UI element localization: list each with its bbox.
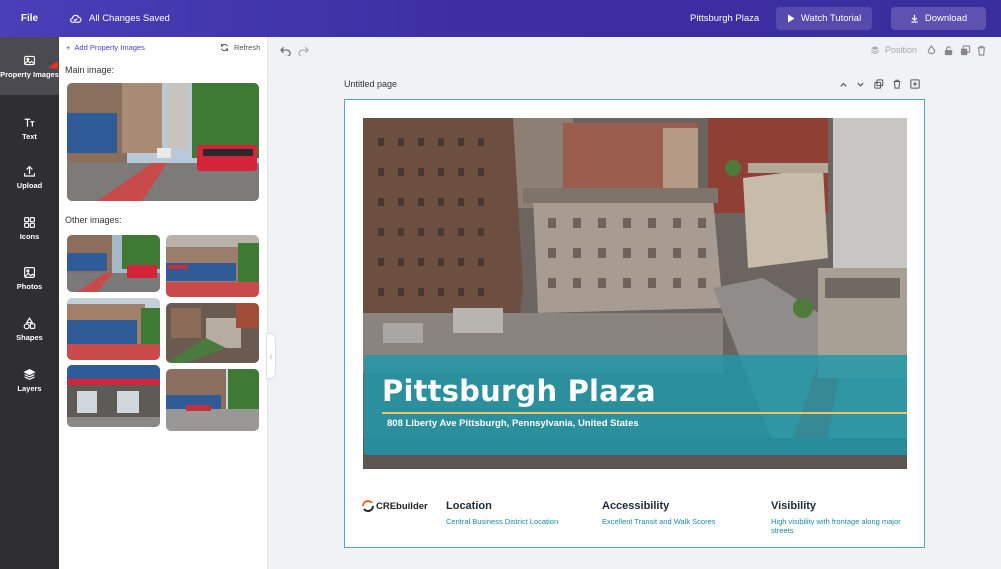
rail-item-layers[interactable]: Layers (0, 355, 59, 405)
watch-tutorial-button[interactable]: Watch Tutorial (776, 7, 872, 30)
download-button[interactable]: Download (891, 7, 986, 30)
cloud-check-icon (70, 14, 82, 23)
title-banner[interactable]: Pittsburgh Plaza 808 Liberty Ave Pittsbu… (364, 355, 907, 455)
refresh-button[interactable]: Refresh (220, 43, 260, 52)
play-icon (787, 14, 795, 23)
plus-icon: + (66, 43, 71, 52)
building-photo (166, 235, 259, 297)
feature-title: Location (446, 500, 492, 512)
street-photo (67, 83, 259, 201)
top-bar: File All Changes Saved Pittsburgh Plaza … (0, 0, 1001, 37)
position-button[interactable]: Position (870, 45, 917, 55)
add-property-images-label: Add Property Images (74, 43, 145, 52)
trash-icon[interactable] (976, 45, 987, 56)
other-image-thumbnail[interactable] (166, 303, 259, 363)
duplicate-page-icon[interactable] (874, 79, 884, 89)
building-photo (67, 298, 160, 360)
file-menu[interactable]: File (0, 13, 59, 24)
photo-icon (24, 266, 35, 278)
add-page-icon[interactable] (910, 79, 920, 89)
left-rail: Property Images Text Upload Icons Photos… (0, 37, 59, 569)
shapes-icon (23, 316, 36, 329)
layers-icon (23, 368, 36, 380)
main-image-label: Main image: (65, 65, 115, 75)
hero-image[interactable]: Pittsburgh Plaza 808 Liberty Ave Pittsbu… (363, 118, 907, 469)
refresh-icon (221, 43, 228, 52)
aerial-photo (166, 303, 259, 363)
download-label: Download (924, 13, 968, 24)
flyer-address[interactable]: 808 Liberty Ave Pittsburgh, Pennsylvania… (387, 418, 639, 429)
feature-title: Visibility (771, 500, 817, 512)
other-image-thumbnail[interactable] (67, 365, 160, 427)
other-image-thumbnail[interactable] (67, 235, 160, 292)
rail-item-label: Icons (19, 231, 40, 241)
rail-item-label: Text (22, 131, 37, 141)
rail-item-upload[interactable]: Upload (0, 152, 59, 202)
rail-item-text[interactable]: Text (0, 103, 59, 153)
logo-text: CREbuilder (376, 500, 428, 512)
rail-item-label: Shapes (16, 332, 43, 342)
rail-item-icons[interactable]: Icons (0, 203, 59, 253)
rail-item-label: Layers (17, 383, 42, 393)
save-status-text: All Changes Saved (89, 13, 170, 24)
design-canvas[interactable]: Pittsburgh Plaza 808 Liberty Ave Pittsbu… (344, 99, 925, 548)
other-image-thumbnail[interactable] (67, 298, 160, 360)
refresh-label: Refresh (234, 43, 261, 52)
rail-item-label: Upload (16, 180, 43, 190)
crebuilder-logo[interactable]: CREbuilder (362, 500, 428, 512)
feature-text: High visibility with frontage along majo… (771, 517, 901, 536)
redo-icon[interactable] (298, 46, 309, 56)
chevron-down-icon[interactable] (856, 80, 865, 89)
watch-tutorial-label: Watch Tutorial (800, 13, 862, 24)
logo-mark-icon (362, 500, 374, 512)
images-icon (24, 55, 35, 65)
upload-icon (24, 165, 35, 177)
other-image-thumbnail[interactable] (166, 235, 259, 297)
delete-page-icon[interactable] (892, 79, 902, 89)
add-property-images-button[interactable]: + Add Property Images (66, 43, 145, 52)
feature-location[interactable]: Location Central Business District Locat… (446, 500, 586, 526)
flyer-title[interactable]: Pittsburgh Plaza (382, 374, 656, 408)
lock-icon[interactable] (943, 45, 954, 56)
main-image-thumbnail[interactable] (67, 83, 259, 201)
other-image-thumbnail[interactable] (166, 369, 259, 431)
feature-visibility[interactable]: Visibility High visibility with frontage… (771, 500, 911, 536)
gold-divider (382, 412, 907, 414)
rail-item-shapes[interactable]: Shapes (0, 304, 59, 354)
building-photo (67, 365, 160, 427)
grid-icon (24, 216, 35, 228)
feature-text: Excellent Transit and Walk Scores (602, 517, 716, 526)
undo-icon[interactable] (280, 46, 291, 56)
opacity-icon[interactable] (926, 45, 937, 56)
download-icon (911, 14, 918, 23)
text-icon (24, 118, 35, 127)
property-images-panel: + Add Property Images Refresh Main image… (59, 37, 268, 569)
street-photo (166, 369, 259, 431)
feature-accessibility[interactable]: Accessibility Excellent Transit and Walk… (602, 500, 742, 526)
duplicate-icon[interactable] (960, 45, 971, 56)
rail-item-label: Photos (16, 281, 43, 291)
position-label: Position (885, 45, 918, 55)
chevron-up-icon[interactable] (839, 80, 848, 89)
panel-collapse-handle[interactable]: ‹ (266, 333, 276, 379)
page-title[interactable]: Untitled page (344, 79, 397, 89)
other-images-label: Other images: (65, 215, 122, 225)
layers-icon (871, 46, 879, 55)
project-name: Pittsburgh Plaza (690, 13, 760, 24)
feature-title: Accessibility (602, 500, 670, 512)
street-photo (67, 235, 160, 292)
save-status: All Changes Saved (69, 12, 170, 25)
feature-text: Central Business District Location (446, 517, 559, 526)
rail-item-photos[interactable]: Photos (0, 253, 59, 303)
